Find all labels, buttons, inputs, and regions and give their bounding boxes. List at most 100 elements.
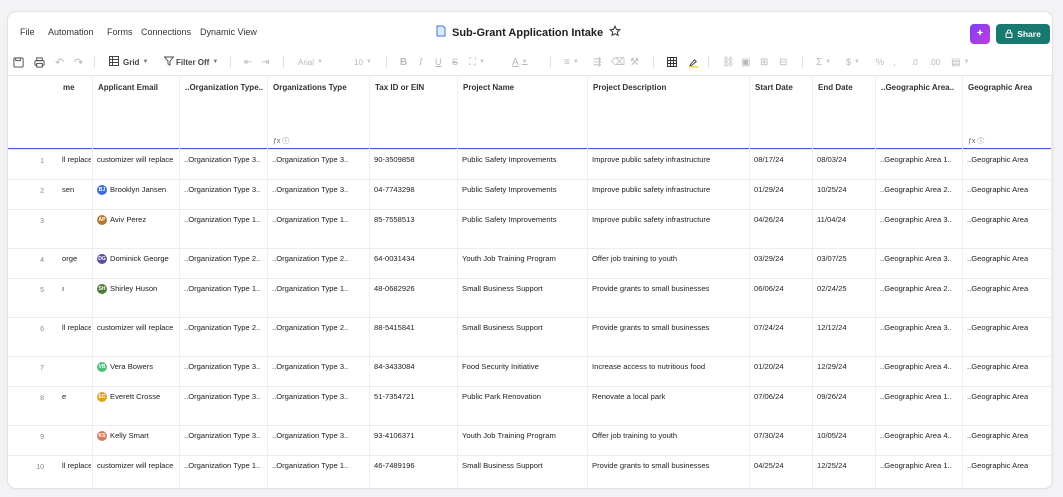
undo-icon[interactable]: ↶	[55, 55, 64, 69]
table-row[interactable]: 1 ll replace customizer will replace ..Orga…	[8, 149, 1052, 179]
col-geographic-area-b-cell[interactable]: ..Geographic Area	[967, 253, 1028, 264]
table-row[interactable]: 6 ll replace customizer will replace ..Orga…	[8, 317, 1052, 356]
col-start-date-cell[interactable]: 07/06/24	[754, 391, 784, 402]
menu-automation[interactable]: Automation	[48, 27, 94, 37]
col-geographic-area-a-cell[interactable]: ..Geographic Area 4..	[880, 430, 952, 441]
col-tax-id-cell[interactable]: 93-4106371	[374, 430, 415, 441]
save-icon[interactable]	[13, 55, 24, 69]
col-end-date-cell[interactable]: 11/04/24	[817, 214, 846, 225]
decrease-decimal-icon[interactable]: .0	[911, 55, 918, 69]
col-organization-type-cell[interactable]: ..Organization Type 1..	[184, 460, 260, 471]
currency-icon[interactable]: $ ▼	[846, 55, 860, 69]
table-row[interactable]: 10 ll replace customizer will replace ..Org…	[8, 455, 1052, 488]
col-name-cell[interactable]: ll replace	[62, 460, 91, 471]
align-icon[interactable]: ≡ ▼	[564, 55, 579, 69]
italic-icon[interactable]: I	[419, 55, 422, 69]
col-start-date-cell[interactable]: 01/29/24	[754, 184, 784, 195]
col-geographic-area-a-cell[interactable]: ..Geographic Area 1..	[880, 154, 952, 165]
table-icon[interactable]	[667, 55, 677, 69]
col-project-description-cell[interactable]: Improve public safety infrastructure	[592, 154, 710, 165]
table-row[interactable]: 4 orge DG Dominick George ..Organization Typ…	[8, 248, 1052, 278]
view-selector[interactable]: Grid ▼	[109, 55, 148, 69]
menu-forms[interactable]: Forms	[107, 27, 133, 37]
col-project-name-cell[interactable]: Youth Job Training Program	[462, 253, 556, 264]
col-geographic-area-a-cell[interactable]: ..Geographic Area 3..	[880, 322, 952, 333]
col-tax-id-cell[interactable]: 88-5415841	[374, 322, 415, 333]
menu-dynamic-view[interactable]: Dynamic View	[200, 27, 257, 37]
col-tax-id-cell[interactable]: 64-0031434	[374, 253, 415, 264]
col-tax-id-cell[interactable]: 46-7489196	[374, 460, 415, 471]
col-organizations-type-cell[interactable]: ..Organization Type 3..	[272, 361, 348, 372]
col-project-description-cell[interactable]: Offer job training to youth	[592, 430, 677, 441]
comma-icon[interactable]: ,	[893, 55, 896, 69]
col-applicant-email-cell[interactable]: BJ Brooklyn Jansen	[97, 184, 166, 195]
col-name-cell[interactable]: orge	[62, 253, 77, 264]
col-tax-id-cell[interactable]: 90-3509858	[374, 154, 415, 165]
col-applicant-email-cell[interactable]: customizer will replace	[97, 460, 173, 471]
menu-file[interactable]: File	[20, 27, 35, 37]
col-geographic-area-b-cell[interactable]: ..Geographic Area	[967, 391, 1028, 402]
table-row[interactable]: 8 e EC Everett Crosse ..Organization Type 3.…	[8, 386, 1052, 425]
table-row[interactable]: 9 KS Kelly Smart ..Organization Type 3.. ..O…	[8, 425, 1052, 455]
col-end-date-cell[interactable]: 10/05/24	[817, 430, 847, 441]
col-project-description-cell[interactable]: Increase access to nutritious food	[592, 361, 705, 372]
column-header-project-name[interactable]: Project Name	[458, 76, 588, 148]
col-geographic-area-b-cell[interactable]: ..Geographic Area	[967, 154, 1028, 165]
col-tax-id-cell[interactable]: 84-3433084	[374, 361, 415, 372]
col-start-date-cell[interactable]: 01/20/24	[754, 361, 784, 372]
col-start-date-cell[interactable]: 04/25/24	[754, 460, 784, 471]
col-organization-type-cell[interactable]: ..Organization Type 1..	[184, 283, 260, 294]
col-project-name-cell[interactable]: Public Safety Improvements	[462, 154, 557, 165]
column-header-organization-type[interactable]: ..Organization Type..	[180, 76, 268, 148]
col-geographic-area-b-cell[interactable]: ..Geographic Area	[967, 460, 1028, 471]
highlight-icon[interactable]	[688, 55, 699, 69]
col-end-date-cell[interactable]: 08/03/24	[817, 154, 847, 165]
column-header-geographic-area-a[interactable]: ..Geographic Area..	[876, 76, 963, 148]
col-organizations-type-cell[interactable]: ..Organization Type 2..	[272, 322, 348, 333]
col-organizations-type-cell[interactable]: ..Organization Type 3..	[272, 391, 348, 402]
col-organization-type-cell[interactable]: ..Organization Type 3..	[184, 361, 260, 372]
font-family-select[interactable]: Arial ▼	[298, 55, 323, 69]
col-organizations-type-cell[interactable]: ..Organization Type 2..	[272, 253, 348, 264]
col-end-date-cell[interactable]: 12/29/24	[817, 361, 847, 372]
col-geographic-area-a-cell[interactable]: ..Geographic Area 3..	[880, 214, 952, 225]
col-end-date-cell[interactable]: 12/25/24	[817, 460, 847, 471]
col-geographic-area-b-cell[interactable]: ..Geographic Area	[967, 361, 1028, 372]
col-organizations-type-cell[interactable]: ..Organization Type 3..	[272, 184, 348, 195]
col-project-description-cell[interactable]: Improve public safety infrastructure	[592, 184, 710, 195]
print-icon[interactable]	[34, 55, 45, 69]
col-project-description-cell[interactable]: Provide grants to small businesses	[592, 460, 709, 471]
col-start-date-cell[interactable]: 03/29/24	[754, 253, 784, 264]
column-header-tax-id[interactable]: Tax ID or EIN	[370, 76, 458, 148]
filter-selector[interactable]: Filter Off ▼	[163, 55, 218, 69]
col-project-name-cell[interactable]: Small Business Support	[462, 283, 543, 294]
col-end-date-cell[interactable]: 03/07/25	[817, 253, 847, 264]
col-applicant-email-cell[interactable]: customizer will replace	[97, 322, 173, 333]
col-organization-type-cell[interactable]: ..Organization Type 3..	[184, 430, 260, 441]
strikethrough-icon[interactable]: S	[452, 55, 458, 69]
col-end-date-cell[interactable]: 09/26/24	[817, 391, 847, 402]
col-geographic-area-a-cell[interactable]: ..Geographic Area 3..	[880, 253, 952, 264]
col-tax-id-cell[interactable]: 04-7743298	[374, 184, 415, 195]
clear-format-icon[interactable]: ⌫	[611, 55, 625, 69]
insert-row-icon[interactable]: ⊞	[760, 55, 768, 69]
col-geographic-area-a-cell[interactable]: ..Geographic Area 4..	[880, 361, 952, 372]
percent-icon[interactable]: %	[876, 55, 884, 69]
col-geographic-area-b-cell[interactable]: ..Geographic Area	[967, 322, 1028, 333]
share-button[interactable]: Share	[996, 24, 1050, 44]
col-project-description-cell[interactable]: Renovate a local park	[592, 391, 665, 402]
ai-assistant-button[interactable]	[970, 24, 990, 44]
col-project-name-cell[interactable]: Public Safety Improvements	[462, 214, 557, 225]
date-format-icon[interactable]: ▤ ▼	[951, 55, 969, 69]
col-project-description-cell[interactable]: Provide grants to small businesses	[592, 322, 709, 333]
col-organizations-type-cell[interactable]: ..Organization Type 3..	[272, 154, 348, 165]
col-start-date-cell[interactable]: 04/26/24	[754, 214, 784, 225]
col-organizations-type-cell[interactable]: ..Organization Type 1..	[272, 214, 348, 225]
column-header-applicant-email[interactable]: Applicant Email	[93, 76, 180, 148]
column-header-project-description[interactable]: Project Description	[588, 76, 750, 148]
col-name-cell[interactable]: ll replace	[62, 322, 91, 333]
col-geographic-area-b-cell[interactable]: ..Geographic Area	[967, 184, 1028, 195]
col-project-description-cell[interactable]: Provide grants to small businesses	[592, 283, 709, 294]
favorite-star-icon[interactable]	[609, 24, 622, 42]
col-applicant-email-cell[interactable]: DG Dominick George	[97, 253, 169, 264]
